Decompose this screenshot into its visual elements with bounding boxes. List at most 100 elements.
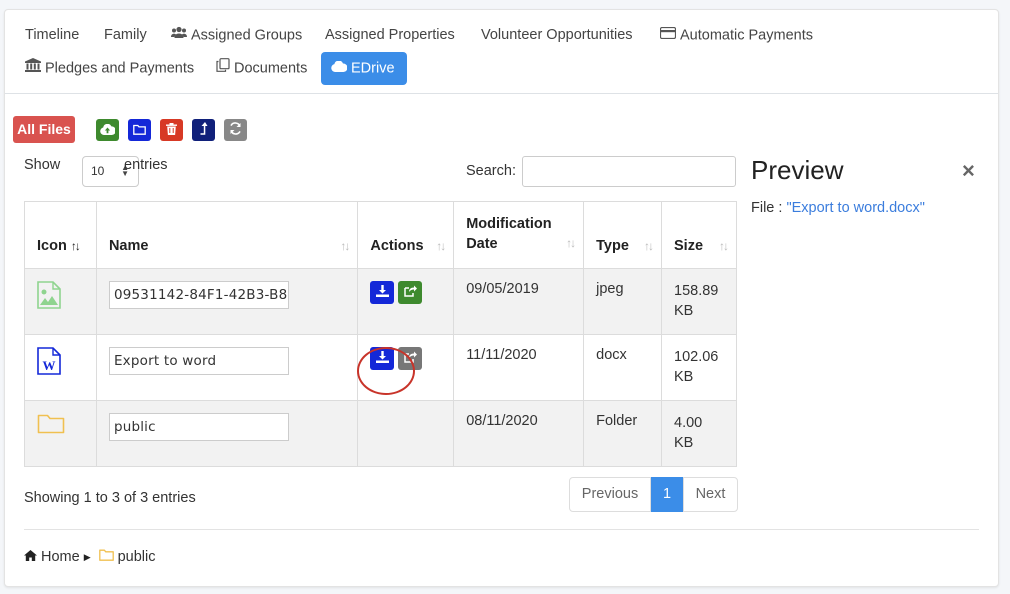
column-header-icon[interactable]: Icon ↑↓	[24, 201, 97, 269]
column-header-type[interactable]: Type ↑↓	[583, 201, 662, 269]
image-file-icon	[37, 281, 61, 313]
cloud-icon	[331, 52, 348, 85]
column-label: Icon	[37, 238, 67, 254]
column-header-modification-date[interactable]: Modification Date ↑↓	[453, 201, 585, 269]
sort-icon: ↑↓	[644, 239, 654, 253]
column-header-size[interactable]: Size ↑↓	[661, 201, 737, 269]
entries-value: 10	[91, 164, 105, 178]
show-label: Show	[24, 157, 61, 173]
trash-icon	[166, 122, 177, 138]
tab-label: Documents	[234, 60, 308, 77]
page-1-button[interactable]: 1	[651, 477, 683, 512]
tab-label: EDrive	[351, 60, 395, 77]
close-icon[interactable]: ×	[962, 158, 975, 184]
preview-file-label: File :	[751, 200, 783, 216]
move-up-button[interactable]	[192, 119, 215, 141]
column-label: Modification Date	[466, 216, 552, 252]
search-input[interactable]	[522, 156, 736, 187]
column-label: Type	[596, 238, 629, 254]
tab-pledges-and-payments[interactable]: Pledges and Payments	[15, 52, 204, 85]
file-name-input[interactable]: Export to word	[108, 347, 289, 375]
column-header-actions[interactable]: Actions ↑↓	[357, 201, 455, 269]
type-cell: jpeg	[583, 268, 662, 335]
tab-label: Assigned Groups	[191, 27, 303, 44]
table-row[interactable]: 09531142-84F1-42B3-B89 09/05/2019 jpeg 1…	[24, 268, 737, 335]
copy-icon	[216, 52, 230, 85]
type-cell: docx	[583, 334, 662, 401]
preview-file-link[interactable]: "Export to word.docx"	[786, 200, 924, 216]
icon-cell	[24, 268, 97, 335]
refresh-button[interactable]	[224, 119, 247, 141]
table-info: Showing 1 to 3 of 3 entries	[24, 490, 196, 506]
breadcrumb: Home ▶ public	[24, 549, 156, 565]
breadcrumb-folder[interactable]: public	[118, 549, 156, 565]
tab-label: Volunteer Opportunities	[481, 27, 633, 43]
column-header-name[interactable]: Name ↑↓	[95, 201, 359, 269]
tab-automatic-payments[interactable]: Automatic Payments	[650, 19, 823, 52]
size-cell: 158.89 KB	[661, 268, 737, 335]
new-folder-icon	[133, 122, 146, 138]
svg-text:W: W	[43, 358, 56, 373]
tab-timeline[interactable]: Timeline	[15, 19, 89, 52]
date-cell: 08/11/2020	[453, 400, 585, 467]
new-folder-button[interactable]	[128, 119, 151, 141]
search-label: Search:	[466, 163, 516, 179]
divider	[24, 529, 979, 530]
date-cell: 09/05/2019	[453, 268, 585, 335]
column-label: Actions	[370, 238, 424, 254]
tab-label: Family	[104, 27, 147, 43]
length-control: Show 10 ▲ ▼ entries	[24, 156, 168, 187]
entries-label: entries	[124, 157, 168, 173]
column-label: Size	[674, 238, 704, 254]
icon-cell	[24, 400, 97, 467]
users-icon	[171, 19, 187, 52]
icon-cell: W	[24, 334, 97, 401]
next-page-button[interactable]: Next	[683, 477, 738, 512]
tab-family[interactable]: Family	[94, 19, 157, 52]
tab-assigned-properties[interactable]: Assigned Properties	[315, 19, 465, 52]
all-files-button[interactable]: All Files	[13, 116, 75, 143]
sort-icon: ↑↓	[340, 239, 350, 253]
name-cell: 09531142-84F1-42B3-B89	[95, 268, 359, 335]
preview-file: File : "Export to word.docx"	[751, 200, 925, 216]
file-name-input[interactable]: 09531142-84F1-42B3-B89	[108, 281, 289, 309]
tab-edrive[interactable]: EDrive	[321, 52, 407, 85]
sort-icon: ↑↓	[436, 239, 446, 253]
home-icon	[24, 549, 37, 565]
download-button[interactable]	[370, 281, 395, 304]
sort-asc-icon: ↑↓	[70, 239, 81, 253]
tab-documents[interactable]: Documents	[206, 52, 317, 85]
credit-card-icon	[659, 19, 677, 52]
tab-assigned-groups[interactable]: Assigned Groups	[161, 19, 312, 52]
table-row[interactable]: public 08/11/2020 Folder 4.00 KB	[24, 400, 737, 467]
previous-page-button[interactable]: Previous	[569, 477, 651, 512]
upload-button[interactable]	[96, 119, 119, 141]
file-name-input[interactable]: public	[108, 413, 289, 441]
folder-icon	[37, 414, 65, 439]
files-table: Icon ↑↓ Name ↑↓ Actions ↑↓ Modification Dat…	[24, 201, 737, 467]
actions-cell	[357, 268, 455, 335]
folder-icon	[98, 549, 114, 565]
upload-cloud-icon	[100, 122, 116, 138]
refresh-icon	[229, 122, 242, 138]
person-tabs: Timeline Family Assigned Groups Assigned…	[5, 10, 998, 94]
highlight-circle	[357, 347, 415, 395]
share-button[interactable]	[398, 281, 423, 304]
share-icon	[404, 285, 417, 301]
word-file-icon: W	[37, 347, 61, 379]
actions-cell	[357, 400, 455, 467]
date-cell: 11/11/2020	[453, 334, 585, 401]
tab-label: Assigned Properties	[325, 27, 455, 43]
delete-button[interactable]	[160, 119, 183, 141]
name-cell: Export to word	[95, 334, 359, 401]
tab-volunteer-opportunities[interactable]: Volunteer Opportunities	[471, 19, 643, 52]
download-icon	[375, 284, 389, 301]
name-cell: public	[95, 400, 359, 467]
bank-icon	[25, 52, 41, 85]
sort-icon: ↑↓	[566, 236, 576, 250]
preview-title: Preview	[751, 155, 844, 185]
breadcrumb-home[interactable]: Home	[41, 549, 80, 565]
edrive-card: Timeline Family Assigned Groups Assigned…	[4, 9, 999, 587]
type-cell: Folder	[583, 400, 662, 467]
caret-right-icon: ▶	[83, 551, 91, 562]
